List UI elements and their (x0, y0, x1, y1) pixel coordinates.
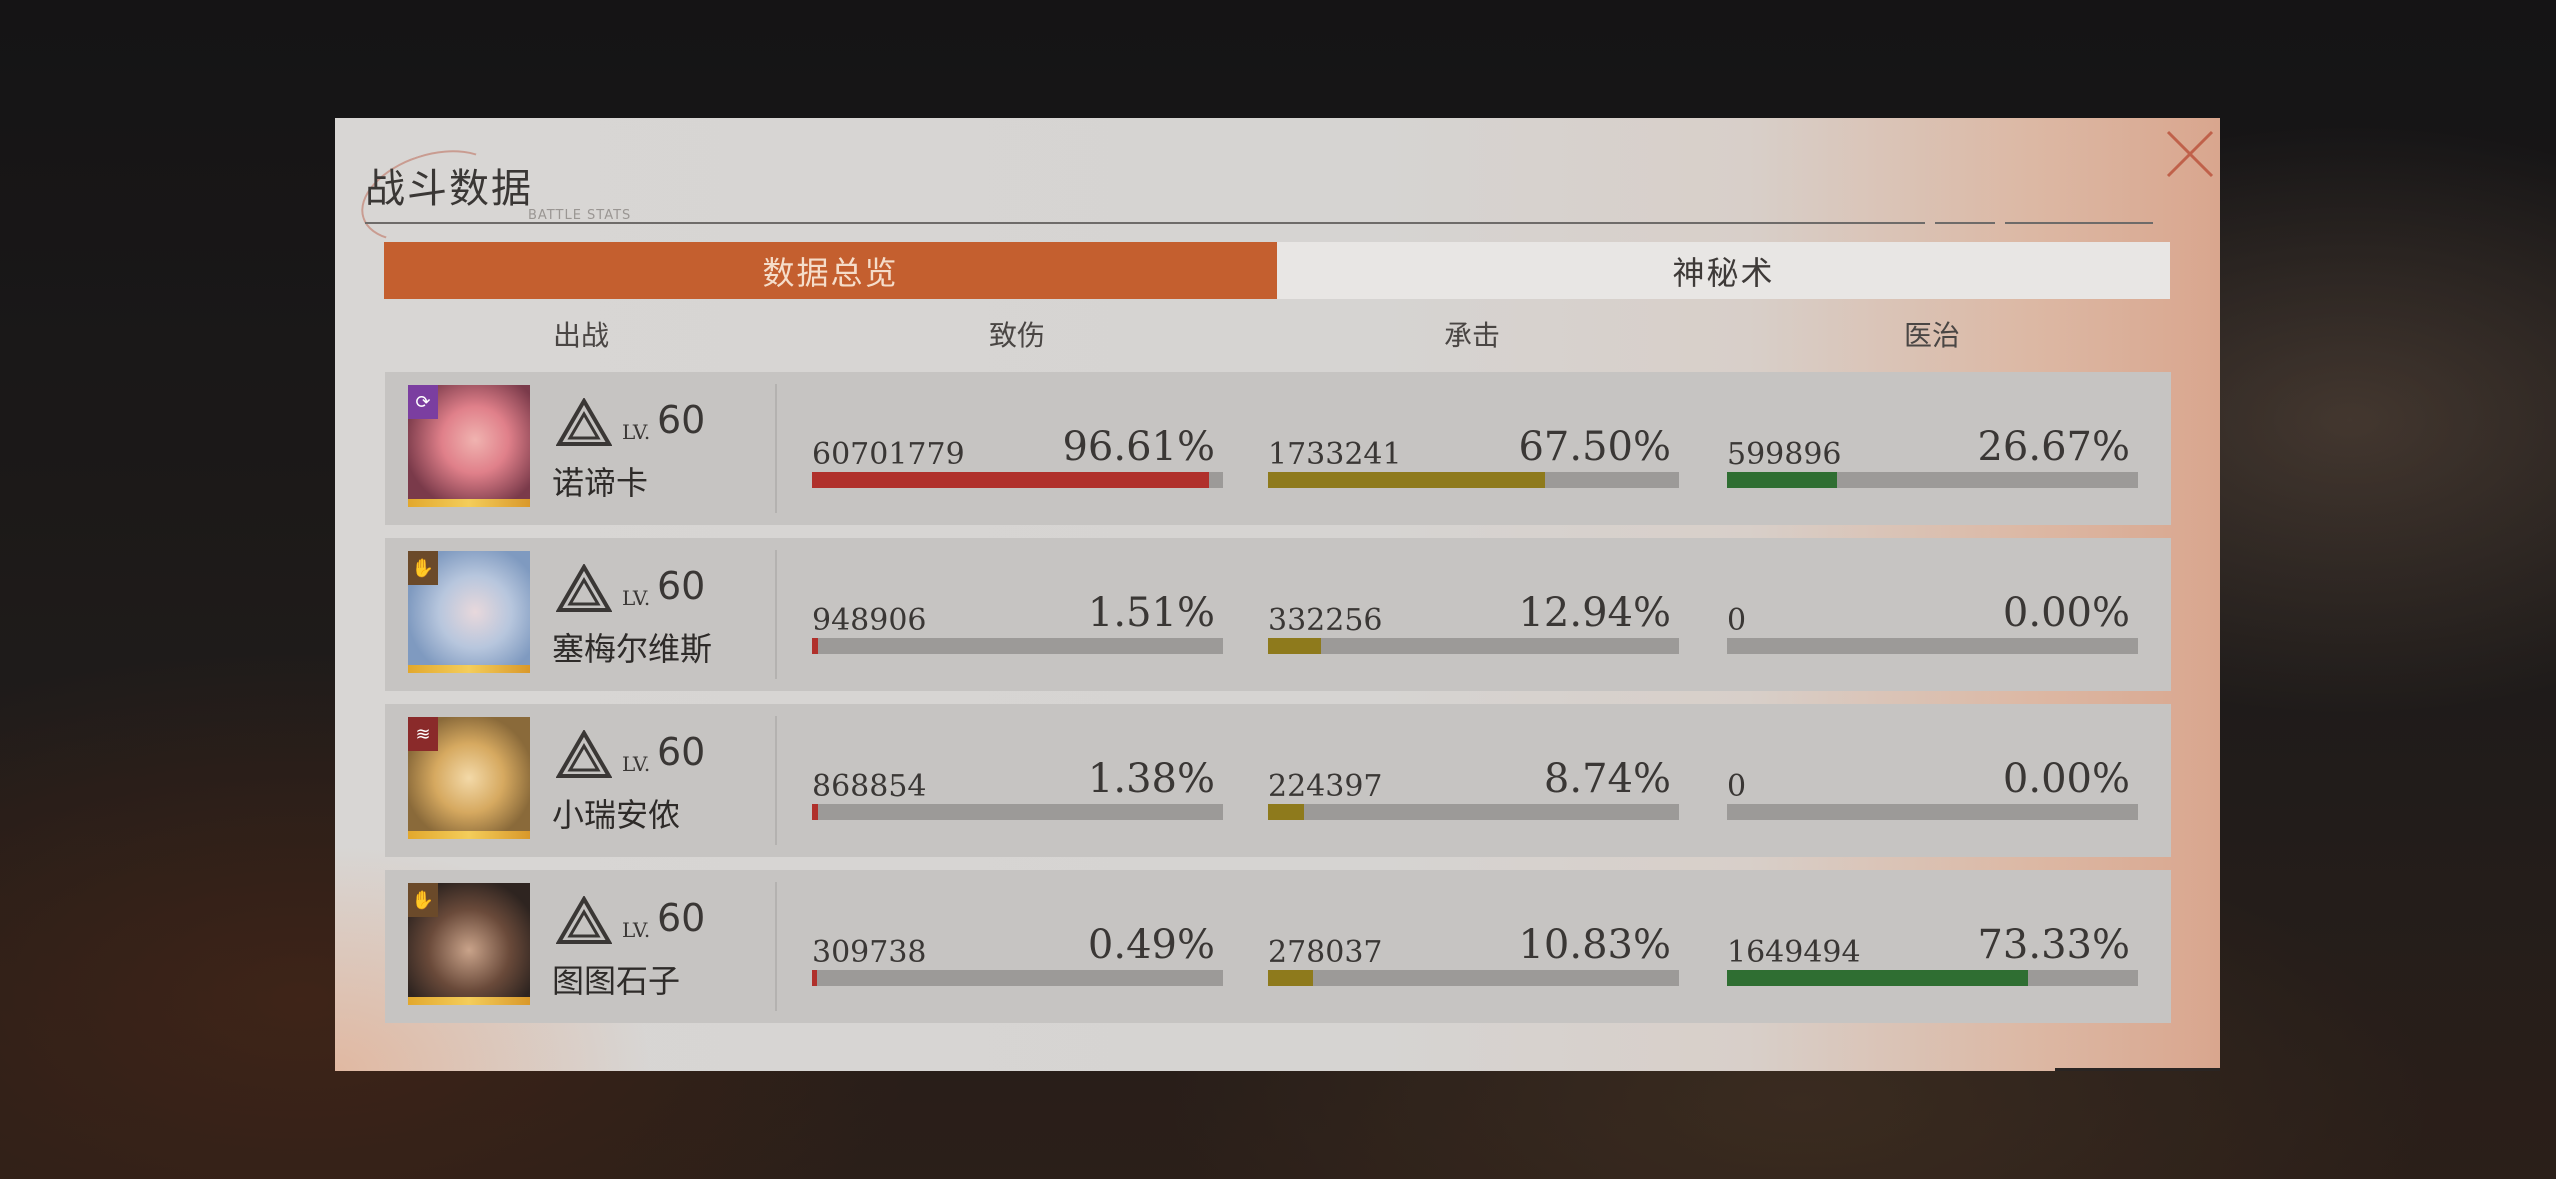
tank-percent: 67.50% (1518, 424, 1671, 470)
heal-bar (1727, 970, 2138, 986)
title-divider (365, 222, 1925, 224)
tank-bar (1268, 638, 1679, 654)
damage-stat: 868854 1.38% (812, 756, 1223, 820)
insight-triangle-icon (556, 896, 612, 944)
damage-stat: 309738 0.49% (812, 922, 1223, 986)
tank-value: 332256 (1268, 603, 1383, 638)
heal-value: 0 (1727, 603, 1747, 638)
character-name: 塞梅尔维斯 (552, 630, 713, 668)
character-name: 小瑞安侬 (552, 796, 681, 834)
level-value: 60 (657, 564, 706, 608)
heal-stat: 599896 26.67% (1727, 424, 2138, 488)
tank-percent: 8.74% (1543, 756, 1671, 802)
tank-bar (1268, 804, 1679, 820)
damage-bar (812, 638, 1223, 654)
damage-percent: 96.61% (1062, 424, 1215, 470)
dialog-title: 战斗数据 (365, 166, 533, 212)
level-label: LV. (622, 586, 651, 610)
tab-bar: 数据总览 神秘术 (384, 242, 2170, 299)
heal-value: 599896 (1727, 437, 1842, 472)
level-label: LV. (622, 752, 651, 776)
heal-bar (1727, 804, 2138, 820)
hand-icon: ✋ (408, 883, 438, 917)
claw-icon: ≋ (408, 717, 438, 751)
tank-value: 224397 (1268, 769, 1383, 804)
tank-bar (1268, 970, 1679, 986)
heal-value: 1649494 (1727, 935, 1861, 970)
tab-arcane-skill[interactable]: 神秘术 (1277, 242, 2170, 299)
tank-value: 278037 (1268, 935, 1383, 970)
level-label: LV. (622, 918, 651, 942)
heal-percent: 0.00% (2002, 756, 2130, 802)
damage-stat: 60701779 96.61% (812, 424, 1223, 488)
tank-value: 1733241 (1268, 437, 1402, 472)
heal-percent: 0.00% (2002, 590, 2130, 636)
tank-percent: 10.83% (1518, 922, 1671, 968)
dialog-corner-notch (2055, 1068, 2220, 1071)
avatar[interactable]: ✋ (408, 551, 530, 673)
heal-percent: 73.33% (1977, 922, 2130, 968)
damage-bar (812, 804, 1223, 820)
close-button[interactable] (2160, 124, 2220, 184)
avatar[interactable]: ≋ (408, 717, 530, 839)
character-row: ✋ LV. 60 塞梅尔维斯 948906 1.51% 332256 12.94… (385, 538, 2171, 691)
title-divider-segment (1935, 222, 1995, 224)
character-name: 图图石子 (552, 962, 681, 1000)
damage-value: 868854 (812, 769, 927, 804)
damage-bar (812, 970, 1223, 986)
level-value: 60 (657, 398, 706, 442)
column-header-heal: 医治 (1903, 319, 1961, 352)
character-rows: ⟳ LV. 60 诺谛卡 60701779 96.61% 1733241 67.… (385, 372, 2171, 1036)
hand-icon: ✋ (408, 551, 438, 585)
character-row: ⟳ LV. 60 诺谛卡 60701779 96.61% 1733241 67.… (385, 372, 2171, 525)
heal-stat: 0 0.00% (1727, 756, 2138, 820)
close-x-icon (2166, 130, 2214, 178)
insight-triangle-icon (556, 398, 612, 446)
tank-bar (1268, 472, 1679, 488)
column-headers: 出战 致伤 承击 医治 (335, 314, 2220, 358)
level-value: 60 (657, 896, 706, 940)
damage-value: 60701779 (812, 437, 965, 472)
level-label: LV. (622, 420, 651, 444)
tab-data-overview[interactable]: 数据总览 (384, 242, 1277, 299)
damage-stat: 948906 1.51% (812, 590, 1223, 654)
heal-stat: 1649494 73.33% (1727, 922, 2138, 986)
column-header-damage: 致伤 (988, 319, 1046, 352)
insight-triangle-icon (556, 564, 612, 612)
title-divider-segment (2005, 222, 2153, 224)
level-value: 60 (657, 730, 706, 774)
heal-bar (1727, 638, 2138, 654)
damage-bar (812, 472, 1223, 488)
column-header-deploy: 出战 (552, 319, 610, 352)
damage-percent: 1.38% (1087, 756, 1215, 802)
column-header-tank: 承击 (1443, 319, 1501, 352)
heal-stat: 0 0.00% (1727, 590, 2138, 654)
avatar[interactable]: ⟳ (408, 385, 530, 507)
character-name: 诺谛卡 (552, 464, 649, 502)
tank-stat: 332256 12.94% (1268, 590, 1679, 654)
insight-triangle-icon (556, 730, 612, 778)
damage-percent: 1.51% (1087, 590, 1215, 636)
tank-percent: 12.94% (1518, 590, 1671, 636)
character-row: ✋ LV. 60 图图石子 309738 0.49% 278037 10.83% (385, 870, 2171, 1023)
tank-stat: 278037 10.83% (1268, 922, 1679, 986)
cycle-icon: ⟳ (408, 385, 438, 419)
heal-bar (1727, 472, 2138, 488)
tank-stat: 1733241 67.50% (1268, 424, 1679, 488)
battle-stats-dialog: 战斗数据 BATTLE STATS 数据总览 神秘术 出战 致伤 承击 医治 ⟳ (335, 118, 2220, 1071)
damage-value: 948906 (812, 603, 927, 638)
damage-percent: 0.49% (1087, 922, 1215, 968)
avatar[interactable]: ✋ (408, 883, 530, 1005)
damage-value: 309738 (812, 935, 927, 970)
dialog-subtitle: BATTLE STATS (528, 208, 632, 223)
heal-value: 0 (1727, 769, 1747, 804)
tank-stat: 224397 8.74% (1268, 756, 1679, 820)
character-row: ≋ LV. 60 小瑞安侬 868854 1.38% 224397 8.74% (385, 704, 2171, 857)
heal-percent: 26.67% (1977, 424, 2130, 470)
